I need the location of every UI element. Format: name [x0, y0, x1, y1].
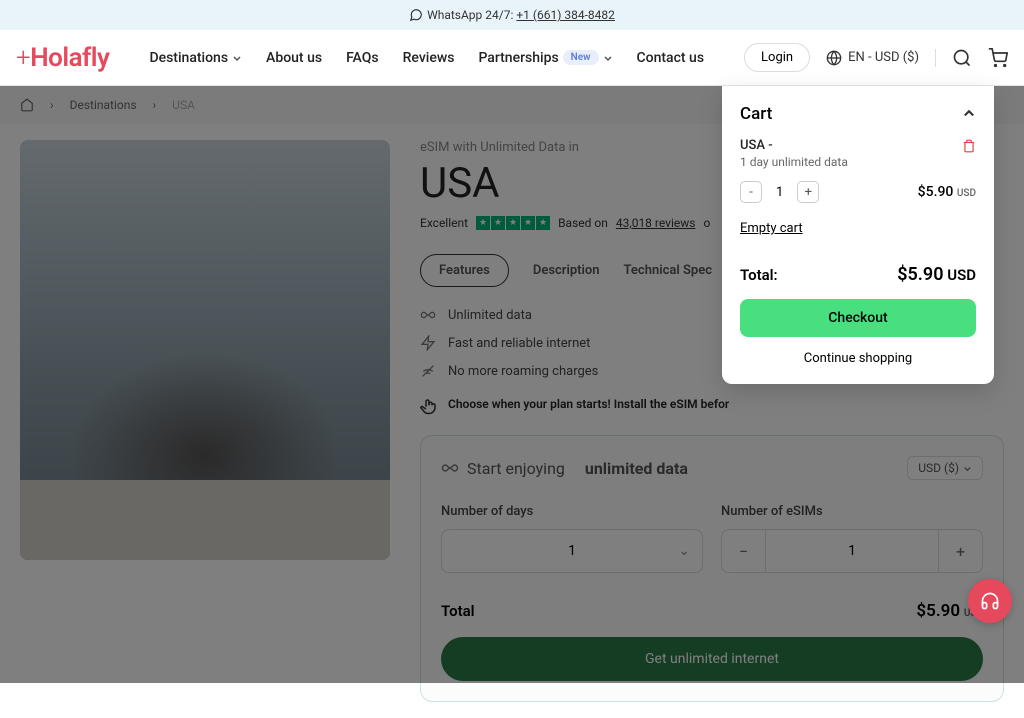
cart-icon[interactable]: [988, 48, 1008, 68]
logo[interactable]: Holafly: [16, 43, 109, 73]
qty-value: 1: [776, 185, 783, 200]
topbar-label: WhatsApp 24/7:: [427, 8, 513, 22]
nav-faqs[interactable]: FAQs: [346, 50, 379, 66]
chevron-down-icon: [603, 53, 613, 63]
language-selector[interactable]: EN - USD ($): [826, 50, 919, 66]
nav-partnerships[interactable]: PartnershipsNew: [478, 50, 612, 66]
nav-right: Login EN - USD ($): [744, 43, 1008, 72]
divider: [935, 49, 936, 67]
nav-destinations[interactable]: Destinations: [149, 50, 242, 66]
login-button[interactable]: Login: [744, 43, 810, 72]
cart-item: USA - 1 day unlimited data: [740, 138, 976, 169]
continue-shopping[interactable]: Continue shopping: [740, 351, 976, 366]
topbar-phone[interactable]: +1 (661) 384-8482: [516, 8, 615, 22]
cart-panel: Cart USA - 1 day unlimited data - 1 + $5…: [722, 86, 994, 384]
empty-cart-link[interactable]: Empty cart: [740, 221, 803, 236]
search-icon[interactable]: [952, 48, 972, 68]
topbar: WhatsApp 24/7: +1 (661) 384-8482: [0, 0, 1024, 30]
cart-item-sub: 1 day unlimited data: [740, 155, 848, 169]
cart-qty: - 1 +: [740, 181, 819, 203]
headset-icon: [980, 591, 1000, 611]
chevron-up-icon[interactable]: [962, 107, 976, 121]
cart-item-price: $5.90 USD: [918, 184, 976, 200]
nav-reviews[interactable]: Reviews: [403, 50, 455, 66]
whatsapp-icon: [409, 8, 423, 22]
qty-increment[interactable]: +: [797, 181, 819, 203]
new-badge: New: [563, 50, 599, 65]
cart-item-name: USA -: [740, 138, 848, 153]
checkout-button[interactable]: Checkout: [740, 299, 976, 337]
trash-icon[interactable]: [962, 138, 976, 154]
globe-icon: [826, 50, 842, 66]
cart-title: Cart: [740, 104, 772, 124]
nav-about[interactable]: About us: [266, 50, 322, 66]
support-fab[interactable]: [968, 579, 1012, 623]
qty-decrement[interactable]: -: [740, 181, 762, 203]
cart-total: Total: $5.90 USD: [740, 264, 976, 285]
nav-contact[interactable]: Contact us: [637, 50, 705, 66]
chevron-down-icon: [232, 53, 242, 63]
navbar: Holafly Destinations About us FAQs Revie…: [0, 30, 1024, 86]
nav-links: Destinations About us FAQs Reviews Partn…: [149, 50, 704, 66]
